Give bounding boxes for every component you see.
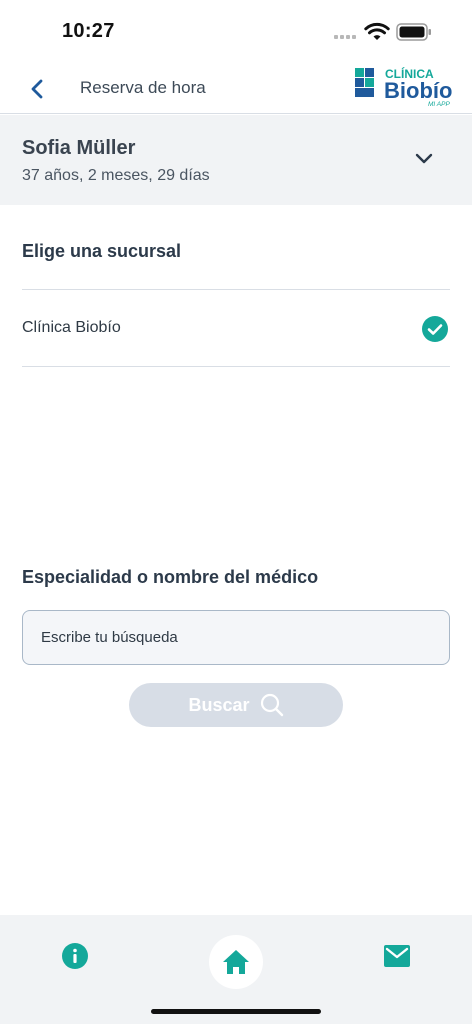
patient-name: Sofia Müller — [22, 137, 136, 159]
check-circle-icon — [422, 316, 448, 342]
app-header: Reserva de hora CLÍNICA Biobío MI APP — [0, 62, 472, 114]
home-icon — [223, 950, 249, 974]
logo-line3: MI APP — [428, 101, 450, 108]
home-button[interactable] — [209, 935, 263, 989]
search-button[interactable]: Buscar — [129, 683, 343, 727]
home-indicator — [151, 1009, 321, 1014]
mail-icon[interactable] — [383, 944, 411, 968]
search-input[interactable] — [22, 610, 450, 665]
search-icon — [260, 693, 283, 717]
bottom-nav — [0, 915, 472, 1024]
signal-icon — [334, 35, 356, 39]
divider — [22, 366, 450, 367]
wifi-icon — [364, 22, 390, 40]
status-bar: 10:27 — [0, 0, 472, 62]
logo-line2: Biobío — [384, 78, 452, 103]
info-icon[interactable] — [62, 943, 88, 969]
clinic-logo: CLÍNICA Biobío MI APP — [355, 66, 452, 108]
page-title: Reserva de hora — [80, 78, 206, 97]
search-button-label: Buscar — [188, 694, 250, 715]
search-section-title: Especialidad o nombre del médico — [22, 567, 319, 587]
branch-label: Clínica Biobío — [22, 319, 121, 336]
battery-icon — [396, 23, 431, 41]
branch-section-title: Elige una sucursal — [22, 241, 182, 261]
patient-age: 37 años, 2 meses, 29 días — [22, 167, 210, 184]
branch-item-clinica-biobio[interactable]: Clínica Biobío — [22, 290, 450, 367]
chevron-down-icon[interactable] — [412, 148, 436, 170]
status-time: 10:27 — [62, 20, 115, 42]
back-arrow-icon[interactable] — [22, 76, 52, 102]
patient-selector[interactable]: Sofia Müller 37 años, 2 meses, 29 días — [0, 115, 472, 205]
